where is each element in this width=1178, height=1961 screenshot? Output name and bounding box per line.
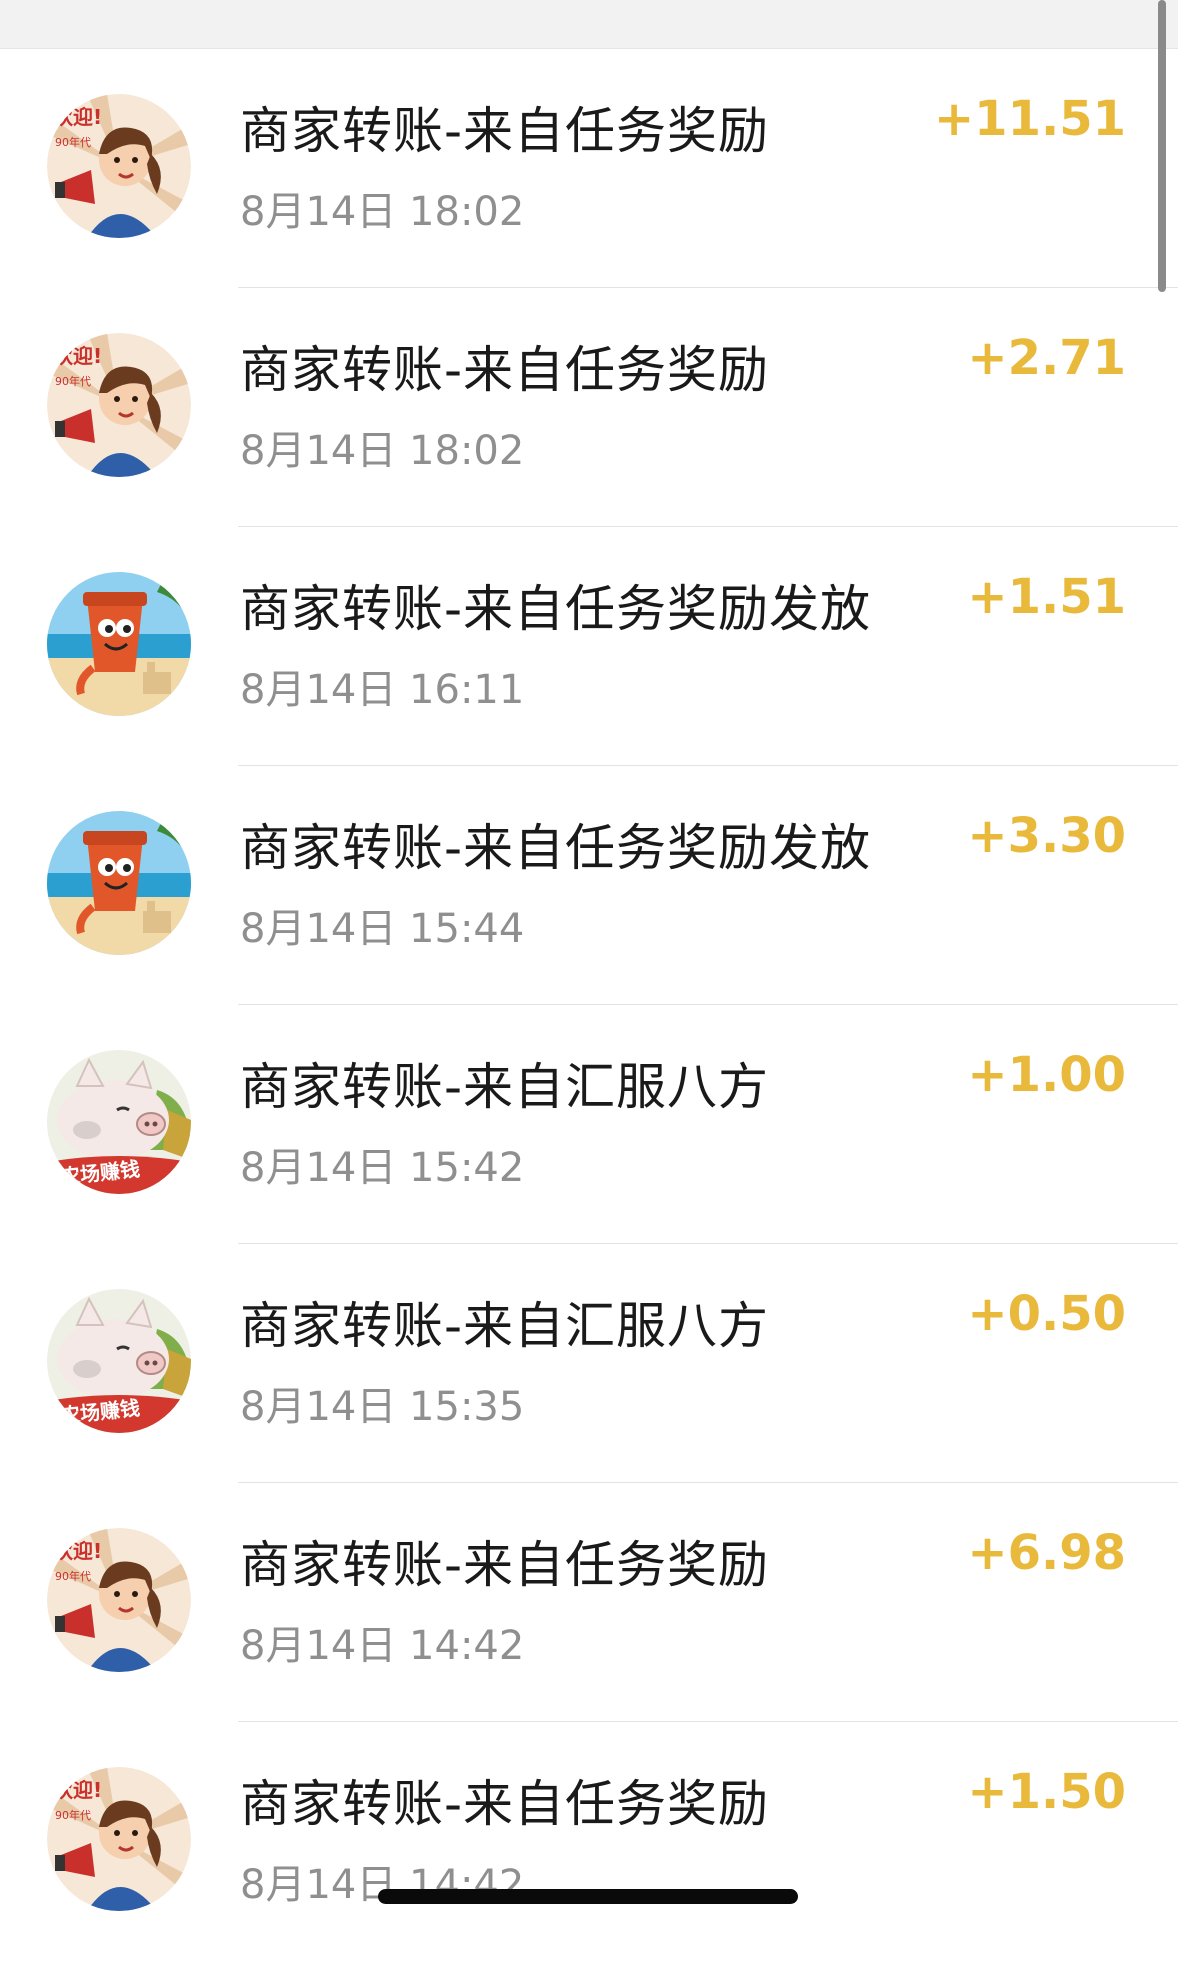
transaction-time: 8月14日 15:35 [240, 1384, 525, 1430]
transaction-amount: +0.50 [967, 1286, 1126, 1342]
transaction-list: 欢迎! 90年代 商家转账-来自任务奖励 8月14日 18:02 +11.51 [0, 49, 1178, 1961]
transaction-title: 商家转账-来自任务奖励 [240, 341, 770, 399]
home-indicator[interactable] [378, 1889, 798, 1904]
transaction-time: 8月14日 16:11 [240, 667, 525, 713]
transaction-amount: +11.51 [933, 91, 1126, 147]
transaction-time: 8月14日 15:42 [240, 1145, 525, 1191]
transaction-amount: +1.00 [967, 1047, 1126, 1103]
transaction-title: 商家转账-来自任务奖励发放 [240, 580, 872, 638]
flowerpot-beach-avatar [47, 811, 191, 955]
avatar-badge-text: 欢迎! [52, 105, 102, 129]
transaction-amount: +6.98 [967, 1525, 1126, 1581]
pig-farm-avatar: 农场赚钱 [47, 1050, 191, 1194]
pig-farm-avatar: 农场赚钱 [47, 1289, 191, 1433]
transaction-time: 8月14日 14:42 [240, 1623, 525, 1669]
girl-megaphone-avatar: 欢迎! 90年代 [47, 94, 191, 238]
avatar-badge-text: 欢迎! [52, 1778, 102, 1802]
transaction-time: 8月14日 18:02 [240, 428, 525, 474]
transaction-title: 商家转账-来自任务奖励 [240, 1536, 770, 1594]
girl-megaphone-avatar: 欢迎! 90年代 [47, 1767, 191, 1911]
scrollbar[interactable] [1158, 0, 1166, 292]
transaction-title: 商家转账-来自任务奖励发放 [240, 819, 872, 877]
transaction-row[interactable]: 欢迎! 90年代 商家转账-来自任务奖励 8月14日 18:02 +11.51 [0, 49, 1178, 288]
transaction-amount: +1.50 [967, 1764, 1126, 1820]
transaction-row[interactable]: 农场赚钱 商家转账-来自汇服八方 8月14日 15:35 +0.50 [0, 1244, 1178, 1483]
avatar-badge-subtext: 90年代 [55, 374, 91, 388]
flowerpot-beach-avatar [47, 572, 191, 716]
avatar-badge-subtext: 90年代 [55, 1808, 91, 1822]
transaction-row[interactable]: 商家转账-来自任务奖励发放 8月14日 16:11 +1.51 [0, 527, 1178, 766]
avatar-badge-text: 欢迎! [52, 344, 102, 368]
transaction-time: 8月14日 18:02 [240, 189, 525, 235]
transaction-amount: +2.71 [967, 330, 1126, 386]
transaction-time: 8月14日 15:44 [240, 906, 525, 952]
avatar-badge-subtext: 90年代 [55, 1569, 91, 1583]
transaction-row[interactable]: 欢迎! 90年代 商家转账-来自任务奖励 8月14日 14:42 +6.98 [0, 1483, 1178, 1722]
girl-megaphone-avatar: 欢迎! 90年代 [47, 333, 191, 477]
transaction-title: 商家转账-来自任务奖励 [240, 1775, 770, 1833]
transaction-title: 商家转账-来自任务奖励 [240, 102, 770, 160]
transaction-title: 商家转账-来自汇服八方 [240, 1297, 770, 1355]
transaction-row[interactable]: 欢迎! 90年代 商家转账-来自任务奖励 8月14日 14:42 +1.50 [0, 1722, 1178, 1961]
top-header-band [0, 0, 1178, 49]
transaction-row[interactable]: 商家转账-来自任务奖励发放 8月14日 15:44 +3.30 [0, 766, 1178, 1005]
girl-megaphone-avatar: 欢迎! 90年代 [47, 1528, 191, 1672]
transaction-row[interactable]: 农场赚钱 商家转账-来自汇服八方 8月14日 15:42 +1.00 [0, 1005, 1178, 1244]
transaction-row[interactable]: 欢迎! 90年代 商家转账-来自任务奖励 8月14日 18:02 +2.71 [0, 288, 1178, 527]
transaction-amount: +3.30 [967, 808, 1126, 864]
transaction-title: 商家转账-来自汇服八方 [240, 1058, 770, 1116]
avatar-badge-subtext: 90年代 [55, 135, 91, 149]
avatar-badge-text: 欢迎! [52, 1539, 102, 1563]
transaction-amount: +1.51 [967, 569, 1126, 625]
